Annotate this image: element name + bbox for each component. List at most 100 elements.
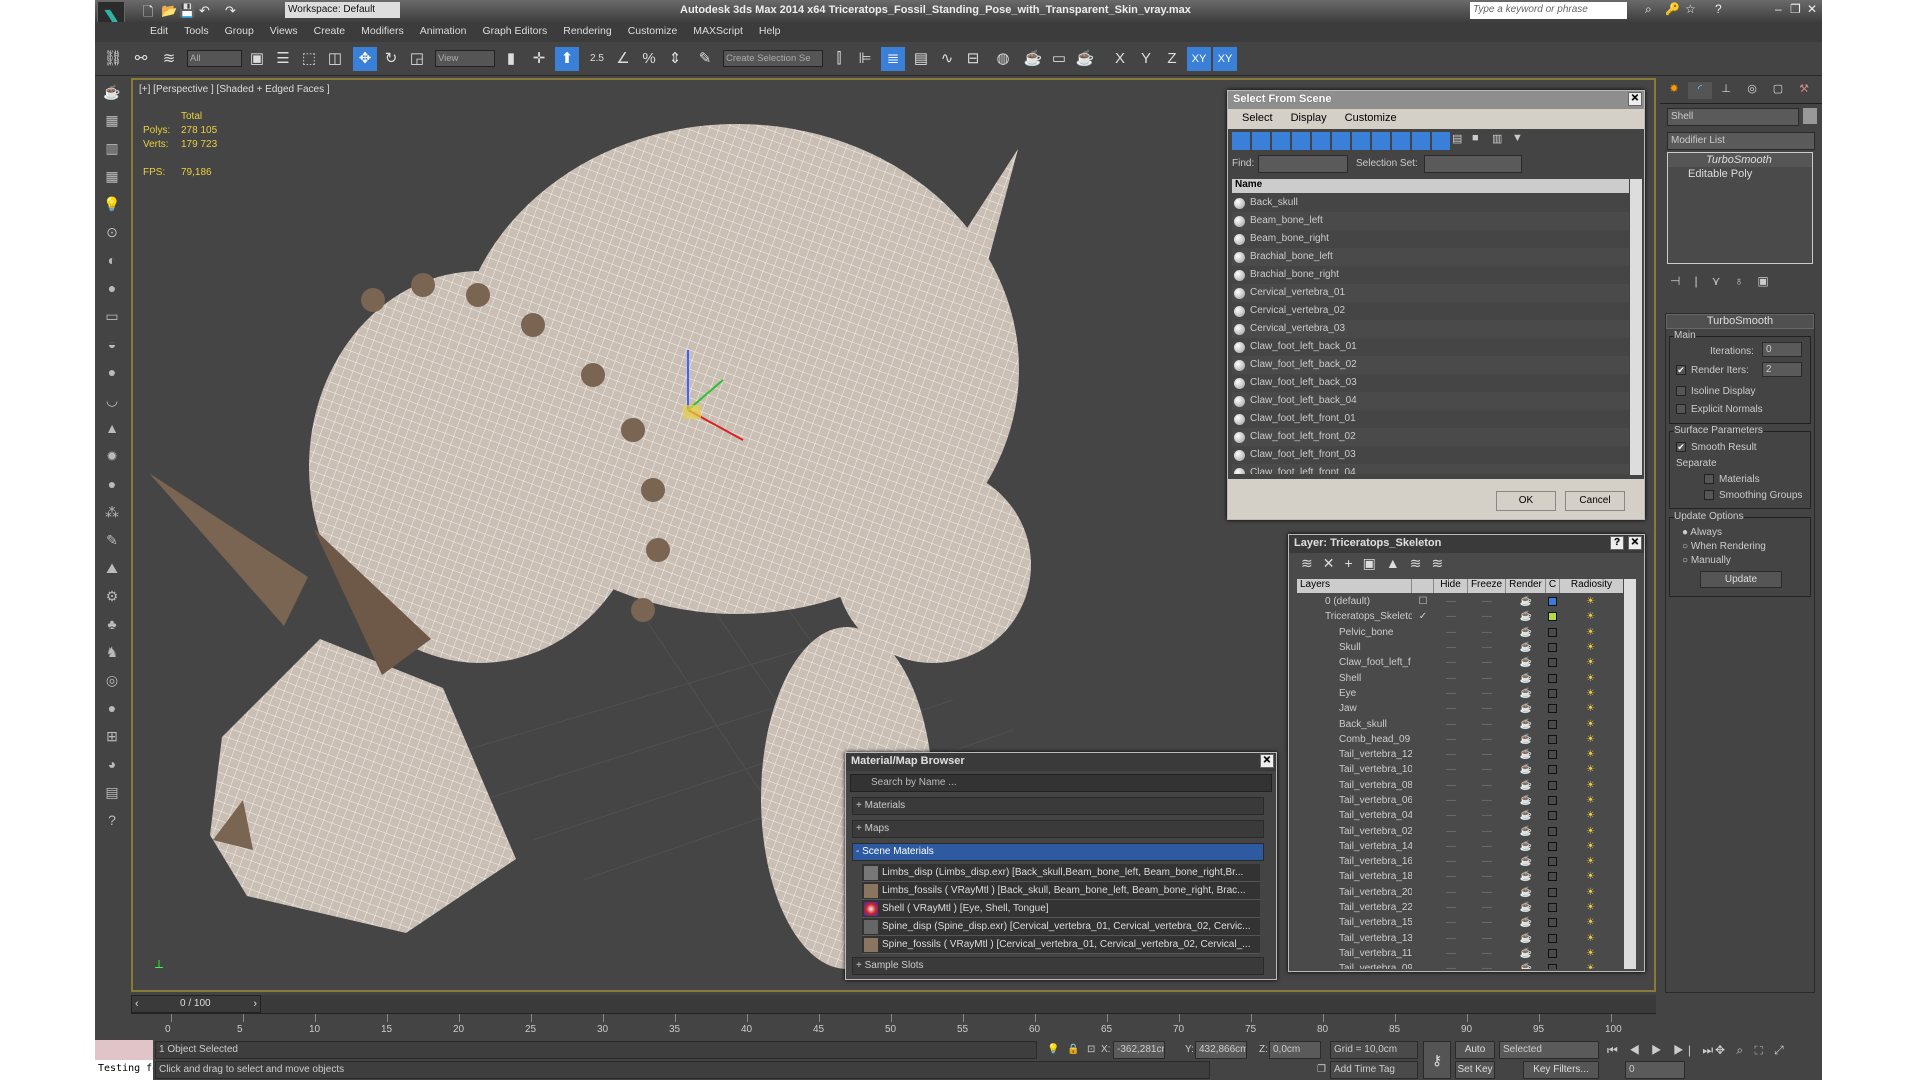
material-search-input[interactable]: Search by Name ... — [850, 774, 1272, 792]
hair-icon[interactable]: ◎ — [100, 672, 124, 694]
select-move-icon[interactable]: ✥ — [353, 47, 377, 71]
angle-snap-icon[interactable]: ∠ — [611, 47, 635, 71]
col-radiosity[interactable]: Radiosity — [1560, 579, 1623, 593]
camera-icon[interactable]: ⊙ — [100, 224, 124, 246]
hide-toggle[interactable]: — — [1434, 841, 1468, 852]
radiosity-sun-icon[interactable]: ☀ — [1559, 688, 1622, 699]
filter-icon[interactable]: ▼ — [1512, 132, 1530, 150]
spacewarps-filter-icon[interactable] — [1332, 132, 1350, 150]
layer-color-swatch[interactable] — [1548, 826, 1557, 836]
object-list-item[interactable]: Claw_foot_left_back_04 — [1232, 392, 1629, 410]
auto-key-button[interactable]: Auto Key — [1455, 1041, 1495, 1071]
select-by-name-icon[interactable]: ☰ — [271, 47, 295, 71]
close-icon[interactable]: ✕ — [1260, 754, 1274, 768]
materials-section[interactable]: + Materials — [852, 797, 1264, 815]
layer-object-row[interactable]: Eye — — ☕ ☀ — [1297, 686, 1623, 701]
hide-toggle[interactable]: — — [1434, 688, 1468, 699]
layer-object-row[interactable]: Skull — — ☕ ☀ — [1297, 640, 1623, 655]
menu-rendering[interactable]: Rendering — [555, 22, 619, 42]
close-icon[interactable]: ✕ — [1628, 536, 1642, 550]
key-mode-dropdown[interactable]: Selected — [1499, 1041, 1599, 1059]
layer-object-row[interactable]: Tail_vertebra_11— — ☕ ☀ — [1297, 946, 1623, 961]
layer-color-swatch[interactable] — [1548, 903, 1557, 913]
horse-icon[interactable]: ♞ — [100, 644, 124, 666]
layer-object-row[interactable]: Tail_vertebra_13— — ☕ ☀ — [1297, 931, 1623, 946]
materials-checkbox[interactable]: Materials — [1704, 474, 1760, 485]
isoline-display-checkbox[interactable]: Isoline Display — [1676, 386, 1755, 397]
hide-toggle[interactable]: — — [1434, 917, 1468, 928]
radiosity-sun-icon[interactable]: ☀ — [1559, 734, 1622, 745]
layer-object-row[interactable]: Comb_head_09— — ☕ ☀ — [1297, 732, 1623, 747]
freeze-toggle[interactable]: — — [1468, 673, 1506, 684]
radiosity-sun-icon[interactable]: ☀ — [1559, 596, 1622, 607]
layer-color-swatch[interactable] — [1548, 750, 1557, 760]
light-icon[interactable]: 💡 — [100, 196, 124, 218]
gear-icon[interactable]: ⚙ — [100, 588, 124, 610]
radiosity-sun-icon[interactable]: ☀ — [1559, 673, 1622, 684]
reactor-icon[interactable]: ◕ — [100, 756, 124, 778]
find-input[interactable] — [1258, 155, 1348, 173]
layer-color-swatch[interactable] — [1548, 627, 1557, 637]
freeze-toggle[interactable]: — — [1468, 780, 1506, 791]
render-teapot-icon[interactable]: ☕ — [1506, 871, 1546, 882]
selection-filter-dropdown[interactable]: All — [187, 50, 242, 67]
layer-color-swatch[interactable] — [1548, 612, 1557, 622]
layer-color-swatch[interactable] — [1548, 688, 1557, 698]
render-teapot-icon[interactable]: ☕ — [1506, 887, 1546, 898]
layer-color-swatch[interactable] — [1548, 780, 1557, 790]
menu-graph-editors[interactable]: Graph Editors — [474, 22, 555, 42]
open-file-icon[interactable]: 📂 — [161, 3, 177, 19]
particles-icon[interactable]: ⁂ — [100, 504, 124, 526]
render-teapot-icon[interactable]: ☕ — [1506, 673, 1546, 684]
radiosity-sun-icon[interactable]: ☀ — [1559, 856, 1622, 867]
shapes-filter-icon[interactable] — [1252, 132, 1270, 150]
menu-display[interactable]: Display — [1291, 112, 1327, 126]
axis-xy-snap-button[interactable]: XY — [1213, 47, 1237, 71]
edit-named-selection-icon[interactable]: ✎ — [693, 47, 717, 71]
menu-maxscript[interactable]: MAXScript — [685, 22, 751, 42]
hierarchy-tab-icon[interactable]: ⊥ — [1714, 82, 1738, 99]
smooth-result-checkbox[interactable]: ✔ Smooth Result — [1676, 442, 1757, 453]
hide-toggle[interactable]: — — [1434, 719, 1468, 730]
layer-object-row[interactable]: Tail_vertebra_10— — ☕ ☀ — [1297, 762, 1623, 777]
render-setup-icon[interactable]: ☕ — [1021, 47, 1045, 71]
object-list-item[interactable]: Brachial_bone_left — [1232, 248, 1629, 266]
bind-space-warp-icon[interactable]: ≋ — [157, 47, 181, 71]
object-list-scrollbar[interactable] — [1630, 179, 1642, 475]
schematic-view-icon[interactable]: ⊟ — [961, 47, 985, 71]
layer-color-swatch[interactable] — [1548, 918, 1557, 928]
radiosity-sun-icon[interactable]: ☀ — [1559, 871, 1622, 882]
radiosity-sun-icon[interactable]: ☀ — [1559, 795, 1622, 806]
xrefs-filter-icon[interactable] — [1372, 132, 1390, 150]
when-rendering-radio[interactable]: ○ When Rendering — [1682, 541, 1766, 552]
render-teapot-icon[interactable]: ☕ — [1506, 642, 1546, 653]
freeze-toggle[interactable]: — — [1468, 642, 1506, 653]
object-list-item[interactable]: Cervical_vertebra_02 — [1232, 302, 1629, 320]
radiosity-sun-icon[interactable]: ☀ — [1559, 764, 1622, 775]
render-teapot-icon[interactable]: ☕ — [1506, 657, 1546, 668]
object-list-item[interactable]: Claw_foot_left_back_02 — [1232, 356, 1629, 374]
current-frame-field[interactable]: 0 — [1625, 1061, 1685, 1079]
layer-manager-icon[interactable]: ≣ — [881, 47, 905, 71]
stack-tools-icons[interactable]: ⊣|⋎♁▣ — [1670, 274, 1783, 288]
hide-toggle[interactable]: — — [1434, 871, 1468, 882]
layer-object-row[interactable]: Tail_vertebra_09— — ☕ ☀ — [1297, 961, 1623, 969]
render-teapot-icon[interactable]: ☕ — [1506, 810, 1546, 821]
object-list-item[interactable]: Claw_foot_left_back_03 — [1232, 374, 1629, 392]
absolute-mode-icon[interactable]: ⊡ — [1087, 1044, 1095, 1055]
select-rotate-icon[interactable]: ↻ — [379, 47, 403, 71]
radiosity-sun-icon[interactable]: ☀ — [1559, 826, 1622, 837]
layer-color-swatch[interactable] — [1548, 948, 1557, 958]
render-teapot-icon[interactable]: ☕ — [1506, 611, 1546, 622]
layer-object-row[interactable]: Claw_foot_left_f — — ☕ ☀ — [1297, 655, 1623, 670]
freeze-toggle[interactable]: — — [1468, 795, 1506, 806]
freeze-toggle[interactable]: — — [1468, 963, 1506, 969]
radiosity-sun-icon[interactable]: ☀ — [1559, 627, 1622, 638]
layer-object-row[interactable]: Tail_vertebra_18— — ☕ ☀ — [1297, 869, 1623, 884]
viewport-navigation-controls[interactable]: ✥ ⌕ ⛶ ⤢ — [1715, 1043, 1788, 1058]
spinner-snap-icon[interactable]: ⇕ — [663, 47, 687, 71]
layer-color-swatch[interactable] — [1548, 872, 1557, 882]
named-selection-set-dropdown[interactable]: Create Selection Se — [723, 50, 823, 67]
col-current[interactable] — [1412, 579, 1434, 593]
layer-object-row[interactable]: Tail_vertebra_14— — ☕ ☀ — [1297, 839, 1623, 854]
